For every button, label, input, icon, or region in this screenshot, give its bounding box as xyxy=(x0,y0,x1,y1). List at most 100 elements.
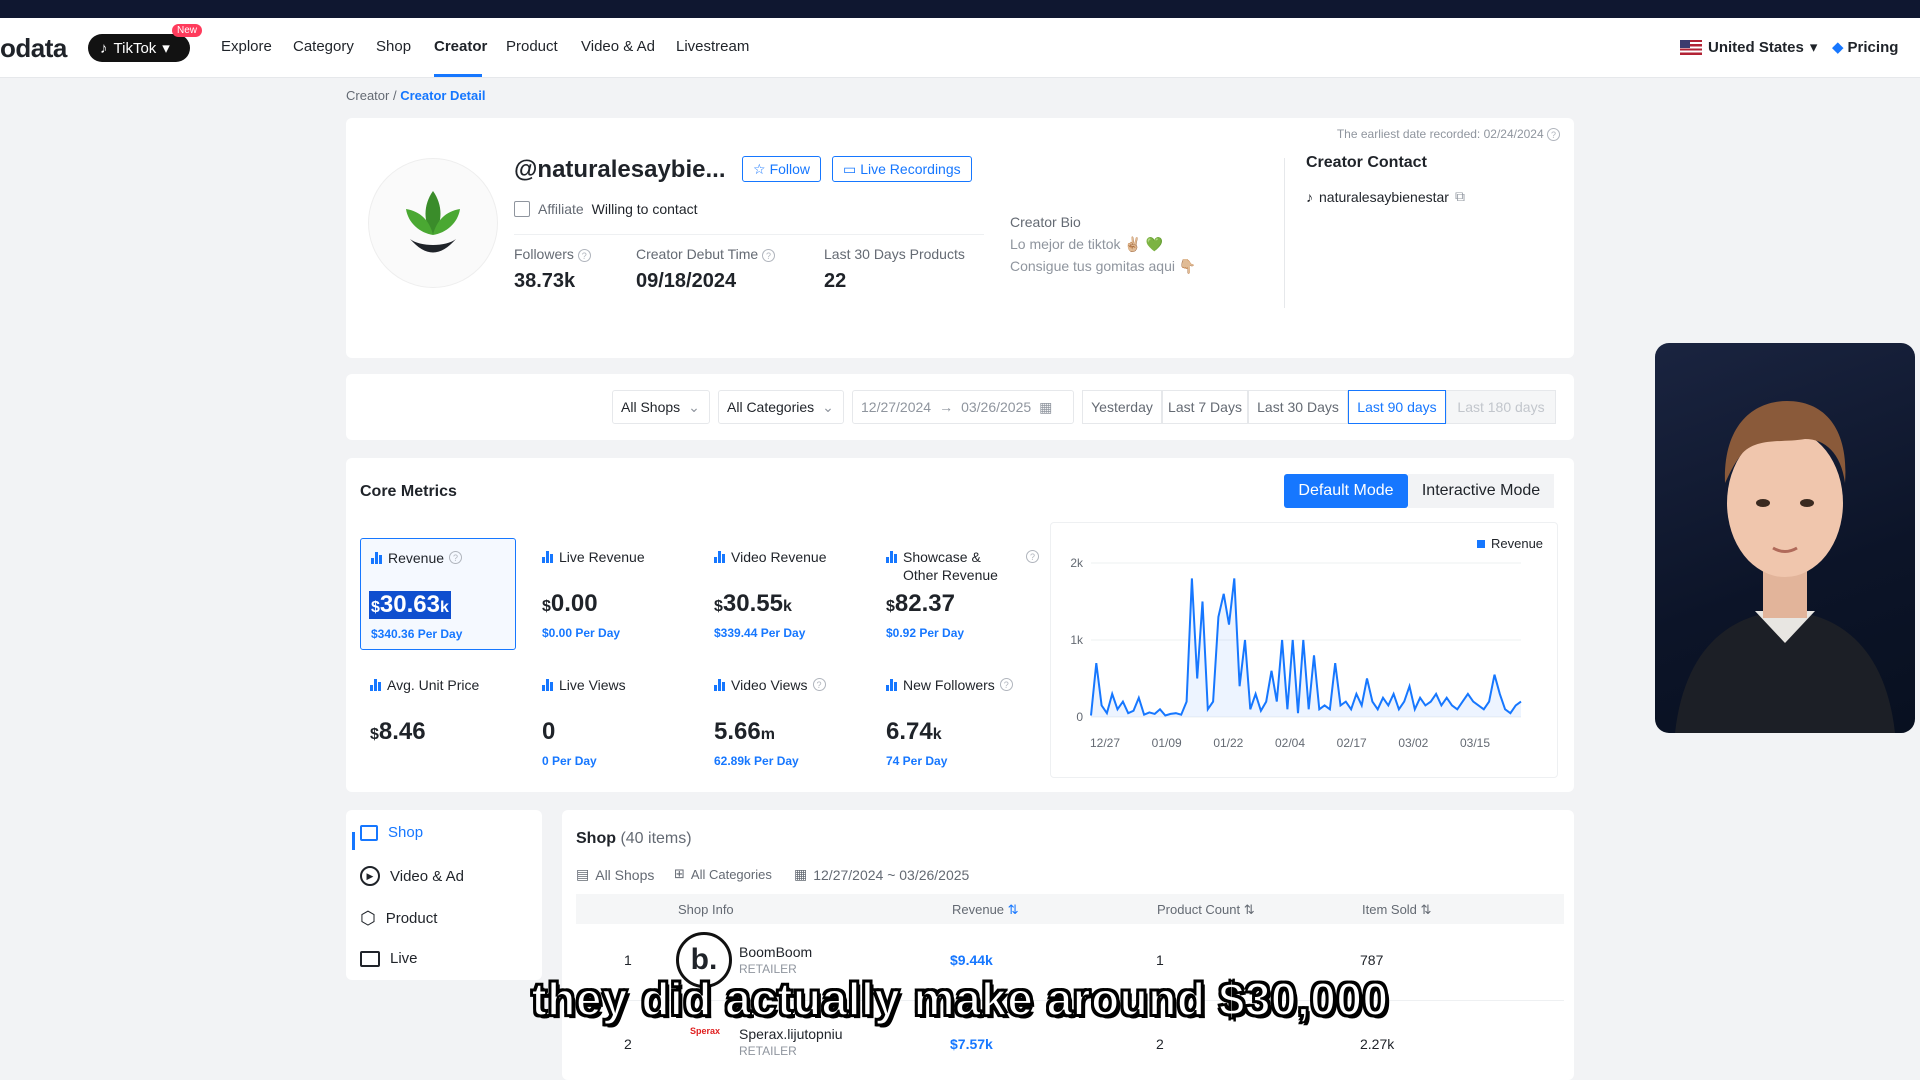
debut-value: 09/18/2024 xyxy=(636,270,737,292)
metric-new-followers[interactable]: New Followers? 6.74k 74 Per Day xyxy=(876,666,1032,778)
shop-icon: ▤ xyxy=(576,866,590,882)
range-yesterday[interactable]: Yesterday xyxy=(1082,390,1162,424)
col-product-count[interactable]: Product Count ⇅ xyxy=(1157,902,1255,918)
col-revenue[interactable]: Revenue ⇅ xyxy=(952,902,1019,918)
debut-label: Creator Debut Time ? xyxy=(636,246,776,262)
interactive-mode-button[interactable]: Interactive Mode xyxy=(1408,474,1554,508)
sidebar-item-shop[interactable]: Shop xyxy=(360,824,423,841)
product-count: 1 xyxy=(1156,952,1164,968)
metric-video-views[interactable]: Video Views? 5.66m 62.89k Per Day xyxy=(704,666,860,778)
metric-value: 5.66m xyxy=(714,718,775,745)
help-icon: ? xyxy=(812,678,826,691)
nav-video-ad[interactable]: Video & Ad xyxy=(581,38,655,55)
logo[interactable]: odata xyxy=(0,33,67,64)
metric-live-revenue[interactable]: Live Revenue $0.00 $0.00 Per Day xyxy=(532,538,688,650)
x-tick-label: 02/17 xyxy=(1337,736,1367,750)
avatar xyxy=(368,158,498,288)
platform-selector[interactable]: ♪ TikTok ▾ xyxy=(88,34,190,62)
sidebar-item-video-ad[interactable]: ▶ Video & Ad xyxy=(360,866,464,886)
shop-logo: Sperax xyxy=(689,1026,721,1036)
metric-label: Live Revenue xyxy=(542,548,645,566)
metric-label: Revenue? xyxy=(371,549,463,567)
nav-creator[interactable]: Creator xyxy=(434,38,487,55)
x-tick-label: 03/15 xyxy=(1460,736,1490,750)
nav-category[interactable]: Category xyxy=(293,38,354,55)
metric-label: Video Revenue xyxy=(714,548,826,566)
x-tick-label: 12/27 xyxy=(1090,736,1120,750)
metric-avg-unit-price[interactable]: Avg. Unit Price $8.46 xyxy=(360,666,516,778)
region-selector[interactable]: United States ▾ xyxy=(1680,38,1817,56)
divider xyxy=(1284,158,1285,308)
pricing-link[interactable]: ◆ Pricing xyxy=(1832,38,1898,57)
sidebar-item-live[interactable]: Live xyxy=(360,950,418,967)
grid-icon: ⊞ xyxy=(674,866,685,881)
copy-icon[interactable]: ⧉ xyxy=(1455,188,1465,205)
divider xyxy=(514,234,984,235)
help-icon: ? xyxy=(449,551,463,564)
help-icon: ? xyxy=(999,678,1013,691)
sidebar-item-product[interactable]: ⬡ Product xyxy=(360,908,437,929)
tiktok-icon: ♪ xyxy=(100,39,108,57)
metric-per-day: 74 Per Day xyxy=(886,754,948,768)
metric-label: New Followers? xyxy=(886,676,1013,694)
nav-livestream[interactable]: Livestream xyxy=(676,38,749,55)
category-filter[interactable]: ⊞ All Categories xyxy=(674,866,772,882)
core-metrics-title: Core Metrics xyxy=(360,483,457,500)
bar-chart-icon xyxy=(886,551,898,563)
metric-value: $30.55k xyxy=(714,590,792,617)
table-header: Shop Info Revenue ⇅ Product Count ⇅ Item… xyxy=(576,894,1564,924)
nav-explore[interactable]: Explore xyxy=(221,38,272,55)
filter-bar: All Shops ⌄ All Categories ⌄ 12/27/2024 → 03… xyxy=(346,374,1574,440)
metric-revenue[interactable]: Revenue? $30.63k $340.36 Per Day xyxy=(360,538,516,650)
core-metrics-card: Core Metrics Default Mode Interactive Mo… xyxy=(346,458,1574,792)
shop-name[interactable]: Sperax.lijutopniu xyxy=(739,1026,843,1042)
col-item-sold[interactable]: Item Sold ⇅ xyxy=(1362,902,1431,918)
earliest-date: The earliest date recorded: 02/24/2024 ? xyxy=(1337,126,1560,141)
nav-product[interactable]: Product xyxy=(506,38,558,55)
nav-shop[interactable]: Shop xyxy=(376,38,411,55)
chevron-down-icon: ⌄ xyxy=(688,398,700,415)
metric-per-day: $0.00 Per Day xyxy=(542,626,621,640)
shops-select[interactable]: All Shops ⌄ xyxy=(612,390,710,424)
metric-value: $30.63k xyxy=(369,591,451,619)
series-area xyxy=(1091,578,1521,717)
section-sidebar: Shop ▶ Video & Ad ⬡ Product Live xyxy=(346,810,542,980)
shop-filter[interactable]: ▤ All Shops xyxy=(576,866,654,883)
breadcrumb-parent[interactable]: Creator xyxy=(346,88,389,103)
range-7-days[interactable]: Last 7 Days xyxy=(1162,390,1248,424)
live-recordings-button[interactable]: ▭ Live Recordings xyxy=(832,156,972,182)
range-90-days[interactable]: Last 90 days xyxy=(1348,390,1446,424)
shop-info: Sperax.lijutopniu RETAILER xyxy=(739,1026,843,1058)
shop-name[interactable]: BoomBoom xyxy=(739,944,812,960)
metric-showcase-other-revenue[interactable]: Showcase & Other Revenue? $82.37 $0.92 Per… xyxy=(876,538,1039,650)
default-mode-button[interactable]: Default Mode xyxy=(1284,474,1408,508)
contact-handle-text: naturalesaybienestar xyxy=(1319,188,1449,205)
metric-per-day: $340.36 Per Day xyxy=(371,627,463,641)
metric-video-revenue[interactable]: Video Revenue $30.55k $339.44 Per Day xyxy=(704,538,860,650)
range-30-days[interactable]: Last 30 Days xyxy=(1248,390,1348,424)
breadcrumb-current: Creator Detail xyxy=(400,88,486,103)
metric-label: Live Views xyxy=(542,676,626,694)
bar-chart-icon xyxy=(542,551,554,563)
date-range-picker[interactable]: 12/27/2024 → 03/26/2025 ▦ xyxy=(852,390,1074,424)
metric-per-day: 0 Per Day xyxy=(542,754,597,768)
metric-value: $8.46 xyxy=(370,718,426,745)
follow-button[interactable]: ☆ Follow xyxy=(742,156,822,182)
star-icon: ☆ xyxy=(753,160,766,177)
rank: 1 xyxy=(624,952,632,968)
x-tick-label: 01/09 xyxy=(1152,736,1182,750)
metric-live-views[interactable]: Live Views 0 0 Per Day xyxy=(532,666,688,778)
date-filter[interactable]: ▦ 12/27/2024 ~ 03/26/2025 xyxy=(794,866,969,883)
products-value: 22 xyxy=(824,270,847,292)
y-tick-label: 0 xyxy=(1076,710,1083,724)
legend-label: Revenue xyxy=(1491,536,1543,551)
categories-select[interactable]: All Categories ⌄ xyxy=(718,390,844,424)
bar-chart-icon xyxy=(371,552,383,564)
metric-per-day: 62.89k Per Day xyxy=(714,754,799,768)
metric-label: Showcase & Other Revenue? xyxy=(886,548,1039,584)
shop-table-card: Shop (40 items) ▤ All Shops ⊞ All Categori… xyxy=(562,810,1574,1080)
calendar-icon: ▦ xyxy=(1039,398,1053,415)
metric-per-day: $339.44 Per Day xyxy=(714,626,806,640)
live-recordings-label: Live Recordings xyxy=(860,161,961,177)
follow-label: Follow xyxy=(769,161,811,177)
